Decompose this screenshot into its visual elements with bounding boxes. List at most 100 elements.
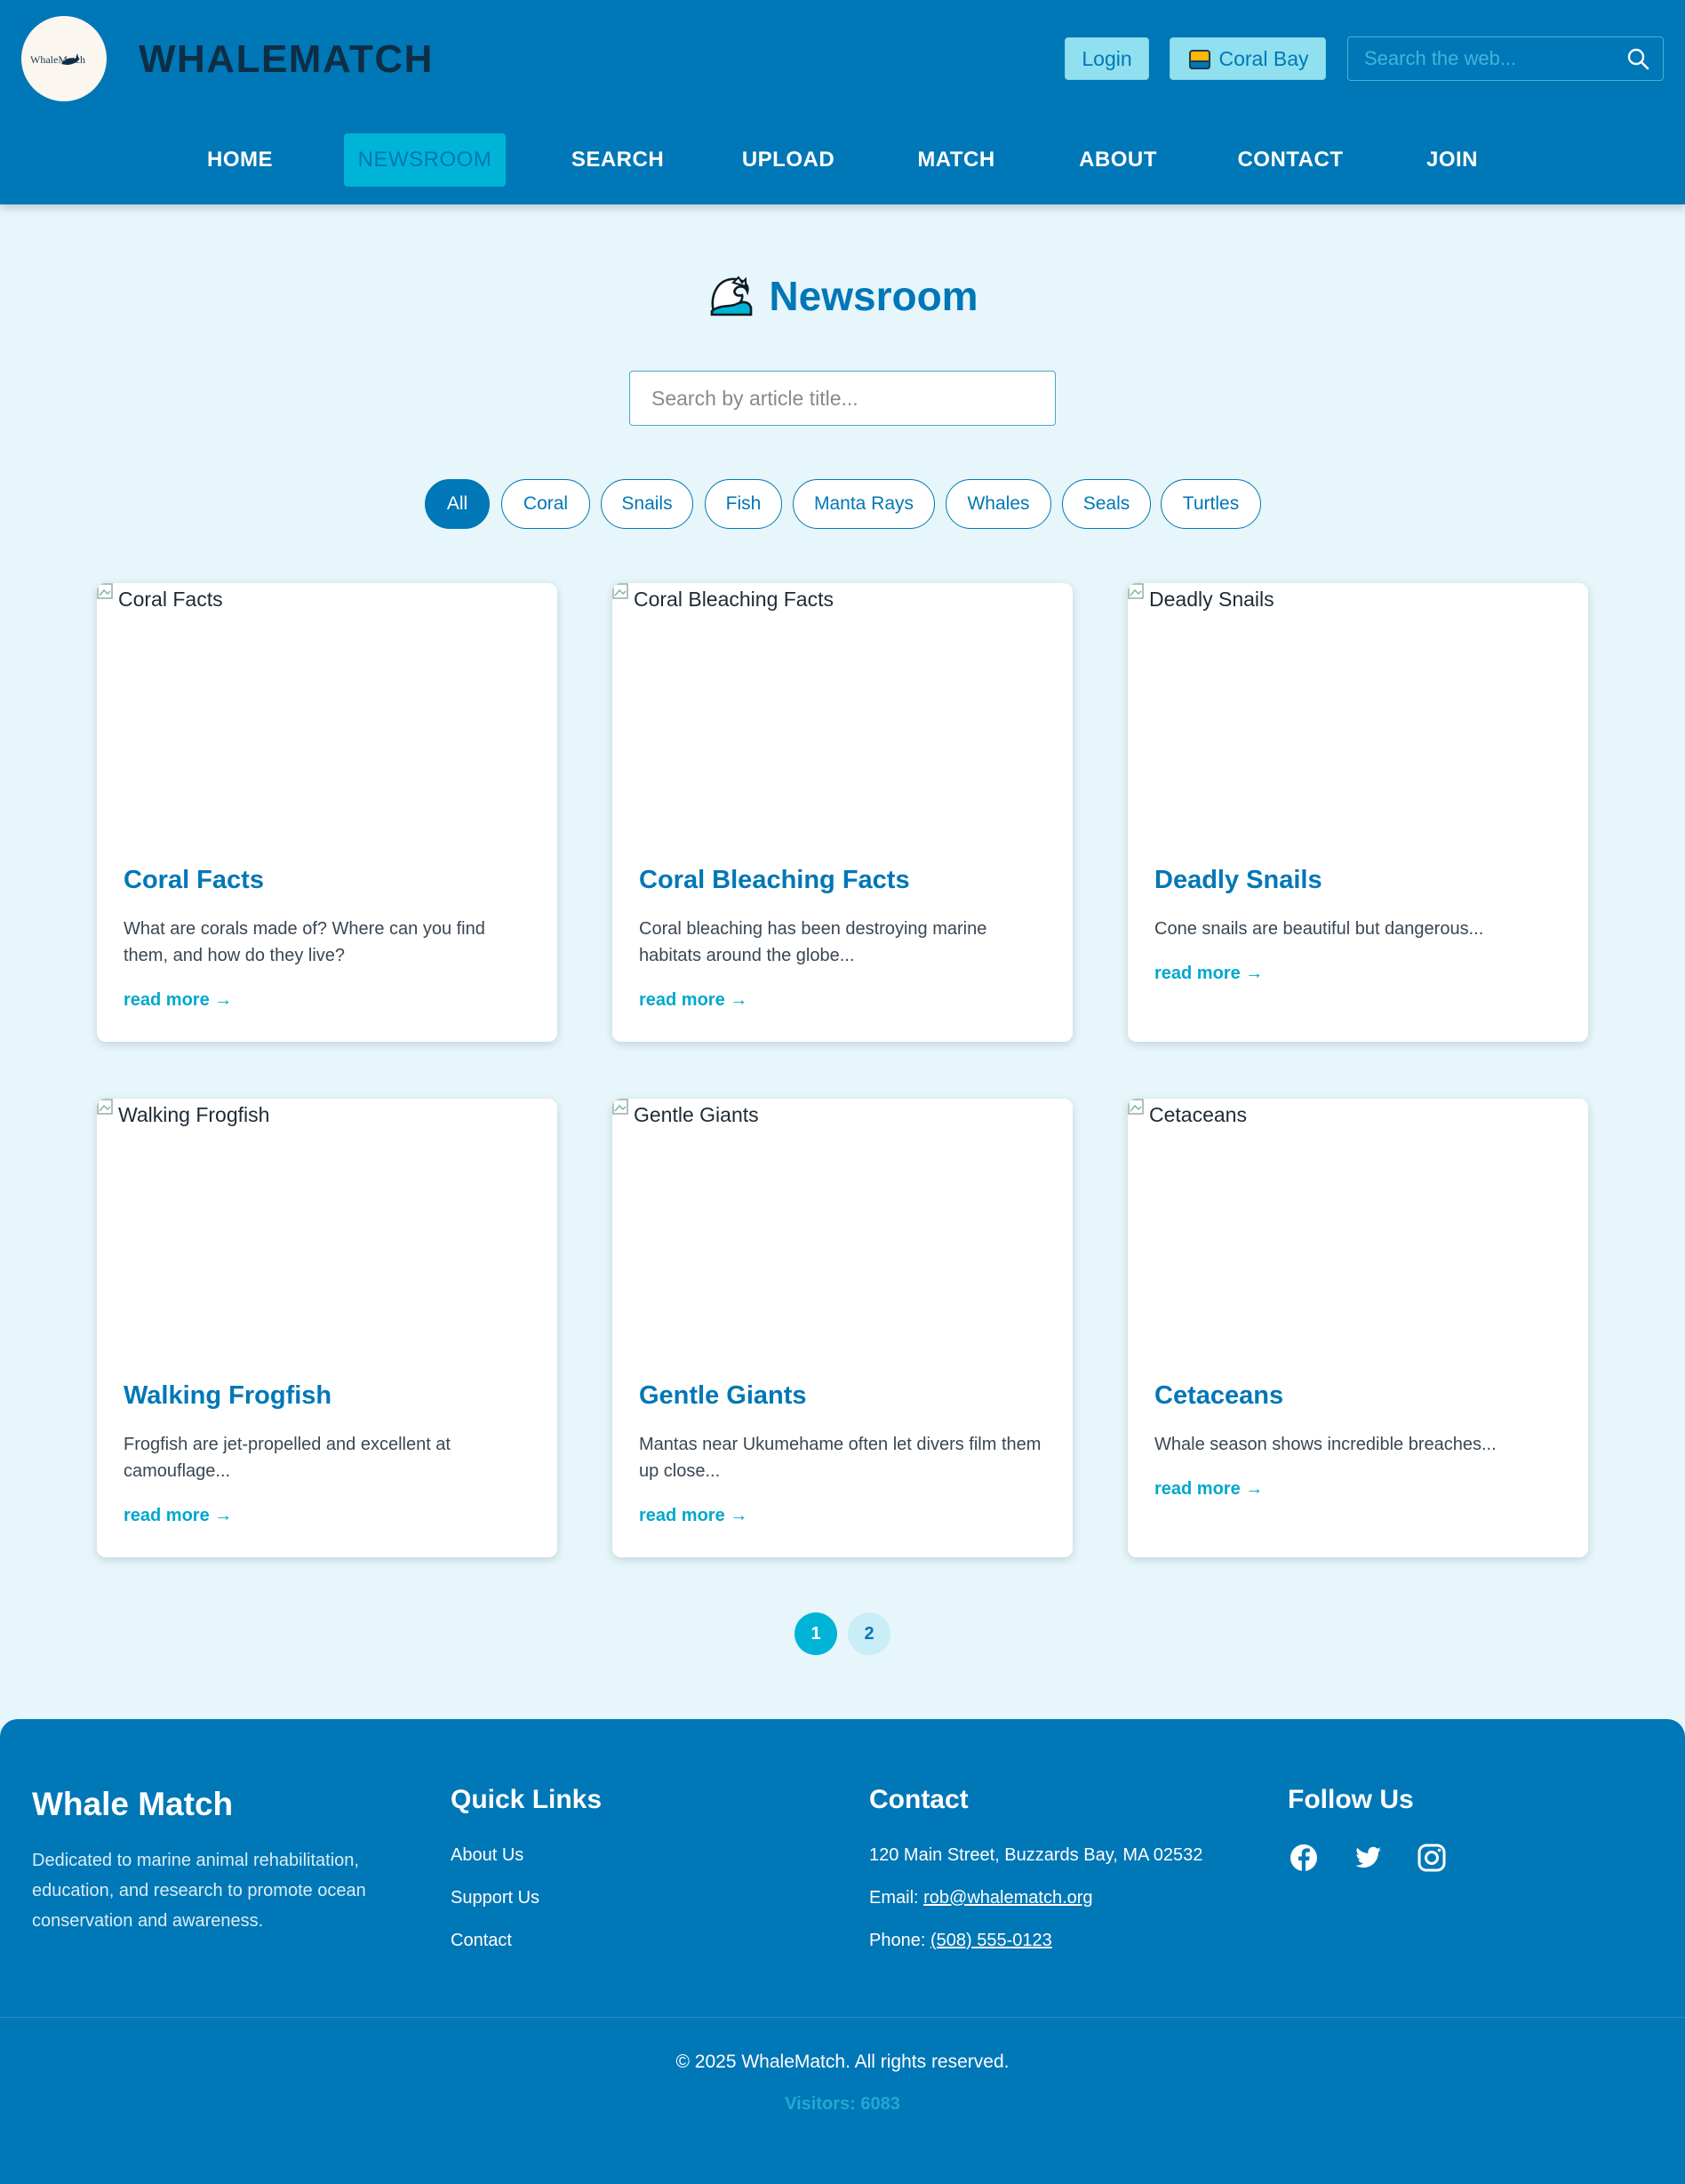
contact-heading: Contact [869,1785,969,1814]
read-more-link[interactable]: read more → [1154,964,1263,984]
newsroom-heading: Newsroom [0,267,1685,325]
nav-search[interactable]: SEARCH [560,133,675,187]
article-card: Deadly Snails Deadly Snails Cone snails … [1128,583,1588,1042]
article-excerpt: Whale season shows incredible breaches..… [1154,1435,1497,1454]
footer-brand: Whale Match [32,1786,234,1822]
image-alt-text: Coral Bleaching Facts [634,588,834,611]
nav-about[interactable]: ABOUT [1068,133,1168,187]
footer-link-contact[interactable]: Contact [451,1931,512,1951]
login-button[interactable]: Login [1065,37,1149,80]
image-alt-text: Deadly Snails [1149,588,1274,611]
wave-icon [711,276,753,316]
article-title[interactable]: Deadly Snails [1154,866,1322,895]
filter-seals[interactable]: Seals [1062,479,1151,529]
article-search-box [629,371,1056,426]
instagram-icon[interactable] [1416,1842,1448,1874]
follow-us-heading: Follow Us [1288,1785,1414,1814]
search-icon[interactable] [1625,46,1650,71]
footer-address: 120 Main Street, Buzzards Bay, MA 02532 [869,1845,1203,1865]
filter-whales[interactable]: Whales [946,479,1051,529]
read-more-link[interactable]: read more → [1154,1479,1263,1500]
nav-join[interactable]: JOIN [1417,133,1488,187]
email-label: Email: [869,1888,919,1908]
read-more-link[interactable]: read more → [639,1506,747,1526]
broken-image-icon [97,1099,113,1115]
footer-link-about[interactable]: About Us [451,1845,523,1866]
category-filters: All Coral Snails Fish Manta Rays Whales … [0,479,1685,531]
location-label: Coral Bay [1218,46,1309,70]
nav-newsroom[interactable]: NEWSROOM [344,133,506,187]
article-excerpt: Frogfish are jet-propelled and excellent… [124,1435,451,1481]
article-card: Gentle Giants Gentle Giants Mantas near … [612,1099,1073,1557]
article-image: Gentle Giants [612,1099,1073,1339]
page-1-button[interactable]: 1 [795,1612,837,1655]
filter-coral[interactable]: Coral [501,479,590,529]
web-search-input[interactable] [1348,37,1615,79]
facebook-icon[interactable] [1288,1842,1320,1874]
article-title[interactable]: Coral Facts [124,866,264,895]
read-more-link[interactable]: read more → [124,1506,232,1526]
article-card: Coral Bleaching Facts Coral Bleaching Fa… [612,583,1073,1042]
broken-image-icon [1128,1099,1144,1115]
filter-turtles[interactable]: Turtles [1161,479,1261,529]
article-excerpt: Mantas near Ukumehame often let divers f… [639,1435,1042,1481]
phone-label: Phone: [869,1931,926,1950]
broken-image-icon [97,583,113,599]
quick-links-heading: Quick Links [451,1785,603,1814]
broken-image-icon [1128,583,1144,599]
broken-image-icon [612,1099,628,1115]
filter-fish[interactable]: Fish [705,479,782,529]
page-title: Newsroom [769,273,978,319]
image-alt-text: Coral Facts [118,588,223,611]
article-title[interactable]: Coral Bleaching Facts [639,866,910,895]
footer-link-support[interactable]: Support Us [451,1888,539,1908]
sunset-icon [1188,50,1210,69]
main-nav: HOME NEWSROOM SEARCH UPLOAD MATCH ABOUT … [0,133,1685,187]
visitor-counter: Visitors: 6083 [785,2094,900,2114]
filter-snails[interactable]: Snails [601,479,693,529]
article-excerpt: Coral bleaching has been destroying mari… [639,919,987,965]
site-header: WhaleMatch WHALEMATCH Login Coral Bay HO… [0,0,1685,204]
article-title[interactable]: Walking Frogfish [124,1381,331,1411]
whale-logo-icon: WhaleMatch [30,53,85,66]
read-more-link[interactable]: read more → [639,990,747,1011]
article-image: Coral Facts [97,583,557,823]
article-card: Coral Facts Coral Facts What are corals … [97,583,557,1042]
nav-contact[interactable]: CONTACT [1228,133,1353,187]
article-title[interactable]: Cetaceans [1154,1381,1283,1411]
site-footer: Whale Match Dedicated to marine animal r… [0,1719,1685,2184]
article-title[interactable]: Gentle Giants [639,1381,807,1411]
nav-match[interactable]: MATCH [903,133,1010,187]
article-card: Walking Frogfish Walking Frogfish Frogfi… [97,1099,557,1557]
footer-email-row: Email: rob@whalematch.org [869,1888,1093,1908]
brand-name: WHALEMATCH [139,37,434,81]
filter-all[interactable]: All [425,479,490,529]
image-alt-text: Cetaceans [1149,1103,1247,1126]
article-excerpt: What are corals made of? Where can you f… [124,919,485,965]
filter-manta-rays[interactable]: Manta Rays [793,479,935,529]
phone-link[interactable]: (508) 555-0123 [930,1931,1052,1950]
location-button[interactable]: Coral Bay [1170,37,1326,80]
copyright: © 2025 WhaleMatch. All rights reserved. [675,2052,1010,2072]
web-search-box [1347,36,1664,81]
article-search-input[interactable] [630,372,1055,425]
page-2-button[interactable]: 2 [848,1612,890,1655]
nav-upload[interactable]: UPLOAD [731,133,846,187]
site-logo[interactable]: WhaleMatch [21,16,107,101]
article-image: Walking Frogfish [97,1099,557,1339]
twitter-icon[interactable] [1352,1842,1384,1874]
footer-phone-row: Phone: (508) 555-0123 [869,1931,1052,1951]
article-image: Deadly Snails [1128,583,1588,823]
image-alt-text: Walking Frogfish [118,1103,270,1126]
article-image: Cetaceans [1128,1099,1588,1339]
read-more-link[interactable]: read more → [124,990,232,1011]
nav-home[interactable]: HOME [192,133,288,187]
image-alt-text: Gentle Giants [634,1103,759,1126]
article-image: Coral Bleaching Facts [612,583,1073,823]
broken-image-icon [612,583,628,599]
footer-divider [0,2017,1685,2018]
article-card: Cetaceans Cetaceans Whale season shows i… [1128,1099,1588,1557]
footer-description: Dedicated to marine animal rehabilitatio… [32,1851,366,1931]
article-excerpt: Cone snails are beautiful but dangerous.… [1154,919,1484,939]
email-link[interactable]: rob@whalematch.org [923,1888,1092,1908]
